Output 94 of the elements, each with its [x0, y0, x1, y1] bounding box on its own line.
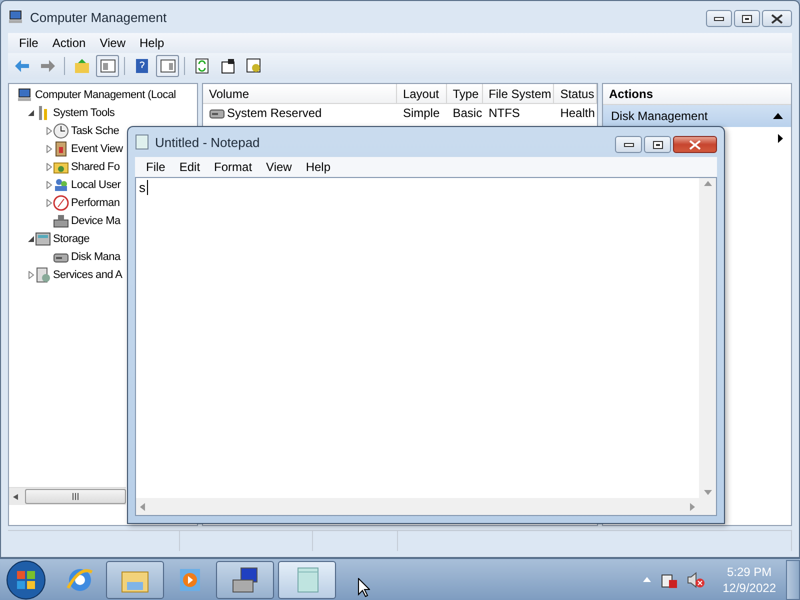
toolbar-button[interactable] — [156, 55, 179, 77]
mouse-pointer-icon — [358, 578, 370, 597]
maximize-icon — [652, 140, 662, 148]
notepad-icon — [135, 134, 149, 150]
menu-item[interactable]: File — [139, 160, 172, 174]
tree-item[interactable]: Shared Fo — [71, 161, 120, 173]
column-header[interactable]: Status — [554, 84, 597, 103]
show-pane-icon — [160, 58, 176, 74]
speaker-muted-icon[interactable] — [686, 572, 705, 588]
table-cell: Basic — [452, 106, 482, 120]
tree-item[interactable]: System Tools — [53, 107, 115, 119]
forward-arrow-icon — [40, 58, 56, 74]
vertical-scrollbar[interactable] — [699, 178, 716, 498]
tree-node-icon — [35, 267, 51, 283]
grip-icon — [72, 493, 79, 500]
folder-up-icon — [74, 58, 90, 74]
tree-item[interactable]: Computer Management (Local — [35, 89, 176, 101]
section-title: Disk Management — [611, 109, 708, 123]
tree-node-icon — [53, 123, 69, 139]
show-tree-icon — [100, 58, 116, 74]
menu-item[interactable]: Edit — [172, 160, 208, 174]
minimize-button[interactable] — [615, 136, 642, 153]
column-header[interactable]: Volume — [203, 84, 397, 103]
table-cell: System Reserved — [227, 106, 322, 120]
scroll-left-icon — [140, 502, 145, 510]
collapsed-arrow-icon[interactable] — [45, 163, 53, 171]
collapse-arrow-icon[interactable] — [773, 113, 783, 119]
collapsed-arrow-icon[interactable] — [45, 145, 53, 153]
horizontal-scrollbar[interactable] — [9, 487, 126, 505]
table-cell: Health — [560, 106, 595, 120]
minimize-icon — [714, 16, 724, 22]
settings-icon — [246, 58, 262, 74]
taskbar-button[interactable] — [216, 560, 274, 598]
close-button[interactable] — [673, 136, 717, 153]
actions-section[interactable]: Disk Management — [603, 105, 791, 127]
app-icon — [8, 9, 24, 25]
tree-item[interactable]: Storage — [53, 233, 90, 245]
expanded-arrow-icon[interactable] — [27, 109, 35, 117]
refresh-icon — [194, 58, 210, 74]
taskbar-button[interactable] — [278, 560, 336, 598]
tree-item[interactable]: Services and A — [53, 269, 122, 281]
show-desktop-button[interactable] — [786, 560, 800, 600]
window-title: Computer Management — [30, 10, 168, 24]
tree-node-icon — [53, 141, 69, 157]
menu-item[interactable]: Help — [298, 160, 338, 174]
network-error-icon[interactable] — [660, 572, 677, 588]
tree-node-icon — [17, 87, 33, 103]
horizontal-scrollbar[interactable] — [136, 498, 699, 515]
minimize-button[interactable] — [706, 10, 732, 27]
window-title: Untitled - Notepad — [155, 134, 261, 150]
toolbar-button[interactable] — [96, 55, 119, 77]
tree-item[interactable]: Event View — [71, 143, 123, 155]
close-icon — [689, 140, 701, 150]
back-arrow-icon — [14, 58, 30, 74]
submenu-arrow-icon[interactable] — [778, 134, 783, 142]
scroll-right-icon — [690, 502, 695, 510]
column-header[interactable]: File System — [482, 84, 554, 103]
scroll-up-icon — [704, 181, 712, 186]
menu-item[interactable]: View — [259, 160, 299, 174]
collapsed-arrow-icon[interactable] — [27, 271, 35, 279]
close-button[interactable] — [762, 10, 792, 27]
collapsed-arrow-icon[interactable] — [45, 199, 53, 207]
expanded-arrow-icon[interactable] — [27, 235, 35, 243]
tree-item[interactable]: Performan — [71, 197, 120, 209]
menu-item[interactable]: Action — [45, 36, 93, 50]
maximize-icon — [742, 14, 752, 22]
taskbar-button[interactable] — [106, 560, 164, 598]
tree-item[interactable]: Disk Mana — [71, 251, 120, 263]
minimize-icon — [624, 142, 634, 148]
document-text: s — [139, 180, 148, 195]
table-cell: NTFS — [488, 106, 520, 120]
table-cell: Simple — [402, 106, 440, 120]
menu-item[interactable]: File — [12, 36, 46, 50]
tree-item[interactable]: Local User — [71, 179, 121, 191]
menu-item[interactable]: View — [92, 36, 132, 50]
help-icon — [134, 58, 150, 74]
maximize-button[interactable] — [644, 136, 671, 153]
column-header[interactable]: Layout — [396, 84, 447, 103]
menu-item[interactable]: Help — [132, 36, 172, 50]
tree-node-icon — [53, 177, 69, 193]
properties-icon — [220, 58, 236, 74]
close-icon — [771, 14, 783, 24]
menu-item[interactable]: Format — [207, 160, 260, 174]
tree-node-icon — [35, 231, 51, 247]
maximize-button[interactable] — [734, 10, 760, 27]
collapsed-arrow-icon[interactable] — [45, 127, 53, 135]
start-button[interactable] — [6, 560, 46, 600]
tree-item[interactable]: Device Ma — [71, 215, 120, 227]
collapsed-arrow-icon[interactable] — [45, 181, 53, 189]
tree-node-icon — [53, 213, 69, 229]
text-editor[interactable]: s — [135, 177, 717, 516]
tree-item[interactable]: Task Sche — [71, 125, 120, 137]
column-header[interactable]: Type — [446, 84, 483, 103]
scroll-down-icon — [704, 490, 712, 495]
